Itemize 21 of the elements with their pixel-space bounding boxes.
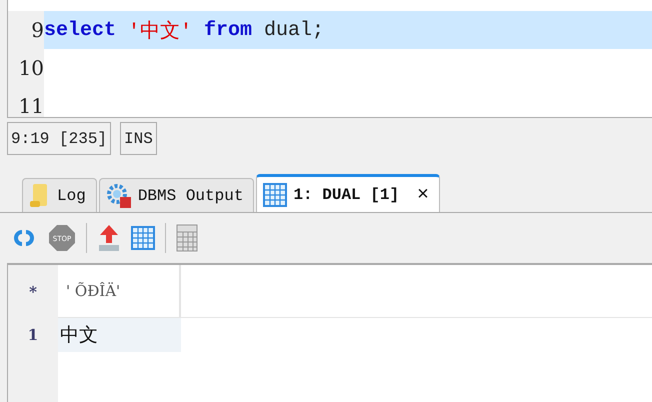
status-field: INS (120, 122, 157, 155)
line-number: 11 (8, 87, 44, 117)
tab-label: Log (57, 186, 86, 204)
table-icon (263, 182, 288, 206)
table-icon (131, 226, 155, 250)
tab-label: DBMS Output (138, 186, 244, 204)
table-cell[interactable]: 中文 (58, 318, 181, 352)
close-button[interactable]: × (405, 183, 429, 206)
status-field: 9:19 [235] (7, 122, 112, 155)
sql-editor[interactable]: 9select '中文' from dual; 10 11 (7, 0, 652, 118)
calculator-button[interactable] (176, 224, 198, 252)
tab[interactable]: DBMS Output (98, 178, 254, 212)
export-button[interactable] (97, 224, 121, 252)
tab-label: 1: DUAL [1] (293, 186, 400, 204)
grid-view-button[interactable] (131, 226, 155, 250)
line-number: 9 (8, 11, 44, 49)
tab[interactable]: 1: DUAL [1] × (256, 174, 440, 212)
column-header[interactable]: ' ÕÐÎÄ' (58, 265, 181, 318)
tab[interactable]: Log (22, 178, 97, 212)
line-number: 10 (8, 49, 44, 87)
gear-icon (106, 182, 132, 208)
